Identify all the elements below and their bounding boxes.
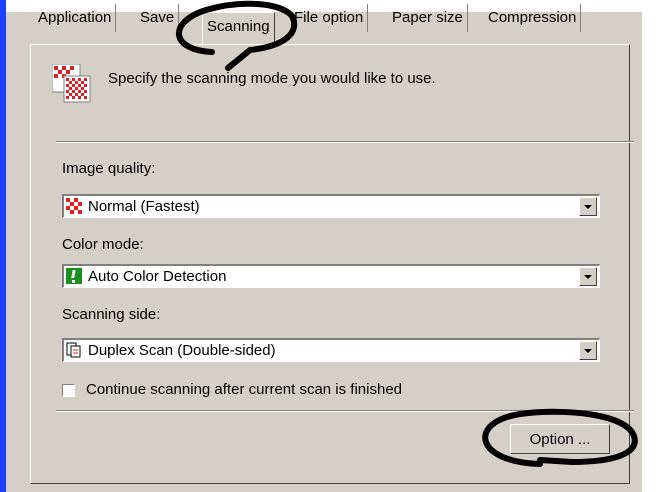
scan-mode-icon: [52, 64, 91, 103]
tab-paper-size[interactable]: Paper size: [388, 4, 468, 32]
color-mode-select[interactable]: Auto Color Detection: [62, 264, 600, 288]
image-quality-value: Normal (Fastest): [88, 198, 200, 215]
duplex-page-icon: [66, 342, 81, 358]
dropdown-arrow-icon[interactable]: [579, 341, 597, 360]
scanning-side-label: Scanning side:: [62, 306, 161, 323]
checker-icon: [66, 198, 82, 214]
color-mode-label: Color mode:: [62, 236, 144, 253]
image-quality-label: Image quality:: [62, 160, 156, 177]
dropdown-arrow-icon[interactable]: [579, 267, 597, 286]
tab-application[interactable]: Application: [34, 4, 117, 32]
tab-save[interactable]: Save: [136, 4, 180, 32]
option-button[interactable]: Option ...: [510, 424, 610, 454]
image-quality-select[interactable]: Normal (Fastest): [62, 194, 600, 218]
bottom-divider: [56, 410, 634, 412]
tab-scanning[interactable]: Scanning: [202, 12, 275, 46]
continue-scanning-checkbox[interactable]: [62, 384, 75, 397]
auto-color-icon: [66, 268, 82, 284]
scanning-side-select[interactable]: Duplex Scan (Double-sided): [62, 338, 600, 362]
tab-file-option[interactable]: File option: [290, 4, 369, 32]
intro-text: Specify the scanning mode you would like…: [108, 70, 436, 87]
scanning-side-value: Duplex Scan (Double-sided): [88, 342, 276, 359]
top-divider: [56, 141, 634, 143]
tab-compression[interactable]: Compression: [484, 4, 582, 32]
color-mode-value: Auto Color Detection: [88, 268, 227, 285]
continue-scanning-label: Continue scanning after current scan is …: [86, 381, 403, 398]
dropdown-arrow-icon[interactable]: [579, 197, 597, 216]
